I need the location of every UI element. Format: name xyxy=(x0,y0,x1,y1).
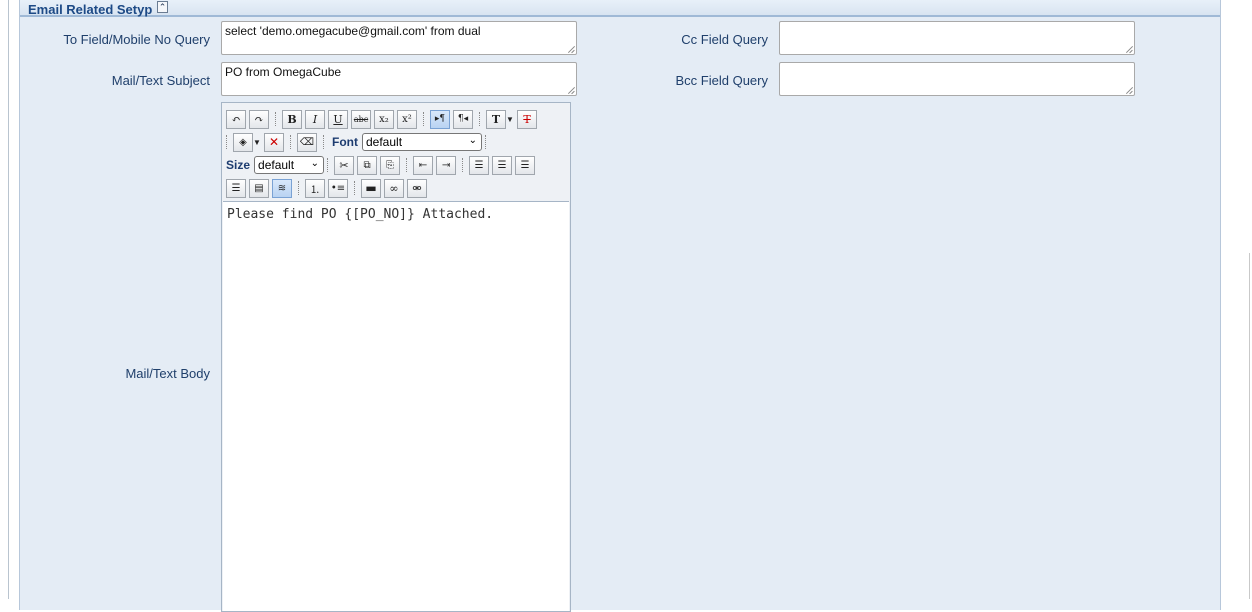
link-icon[interactable]: ∞ xyxy=(384,178,404,198)
size-label: Size xyxy=(226,158,251,172)
indent-icon[interactable]: ⇥ xyxy=(436,155,457,175)
font-select[interactable]: default ⌄ xyxy=(362,133,482,151)
text-color-icon[interactable]: T xyxy=(486,109,506,129)
to-field-label: To Field/Mobile No Query xyxy=(63,32,210,47)
source-icon[interactable]: ≋ xyxy=(272,178,292,198)
toolbar-separator xyxy=(327,158,329,172)
remove-format-icon[interactable]: T xyxy=(517,109,537,129)
font-label: Font xyxy=(332,135,358,149)
rtl-icon[interactable]: ¶◂ xyxy=(453,109,473,129)
mail-subject-value: PO from OmegaCube xyxy=(225,65,342,79)
remove-highlight-icon[interactable]: ✕ xyxy=(264,132,284,152)
align-right-icon[interactable]: ☰ xyxy=(515,155,536,175)
toolbar-separator xyxy=(323,135,325,149)
chevron-down-icon: ⌄ xyxy=(310,158,320,169)
paste-icon[interactable]: ⎘ xyxy=(380,155,401,175)
mail-subject-input[interactable]: PO from OmegaCube xyxy=(221,62,577,96)
toolbar-separator xyxy=(479,112,481,126)
toolbar-row-2: ◈ ▼ ✕ ⌫ Font default ⌄ xyxy=(226,132,492,152)
bold-icon[interactable]: B xyxy=(282,109,302,129)
section-title: Email Related Setyp xyxy=(28,2,153,17)
outdent-icon[interactable]: ⇤ xyxy=(413,155,434,175)
ltr-icon[interactable]: ▸¶ xyxy=(430,109,450,129)
highlight-color-icon[interactable]: ◈ xyxy=(233,132,253,152)
toolbar-row-3: Size default ⌄ ✂ ⧉ ⎘ ⇤ ⇥ ☰ ☰ ☰ xyxy=(226,155,538,175)
copy-icon[interactable]: ⧉ xyxy=(357,155,378,175)
align-justify-icon[interactable]: ☰ xyxy=(226,178,246,198)
superscript-icon[interactable]: x² xyxy=(397,109,417,129)
strikethrough-icon[interactable]: abc xyxy=(351,109,371,129)
bcc-field-query-input[interactable] xyxy=(779,62,1135,96)
toolbar-separator xyxy=(485,135,487,149)
toolbar-separator xyxy=(298,181,300,195)
to-field-query-input[interactable]: select 'demo.omegacube@gmail.com' from d… xyxy=(221,21,577,55)
cc-field-query-input[interactable] xyxy=(779,21,1135,55)
size-select[interactable]: default ⌄ xyxy=(254,156,325,174)
align-center-icon[interactable]: ☰ xyxy=(492,155,513,175)
toolbar-row-4: ☰ ▤ ≋ ⒈ •≡ ▬ ∞ ⚮ xyxy=(226,178,430,198)
subscript-icon[interactable]: x₂ xyxy=(374,109,394,129)
resize-handle-icon[interactable] xyxy=(568,46,575,53)
chevron-down-icon: ⌄ xyxy=(468,135,477,146)
horizontal-rule-icon[interactable]: ▬ xyxy=(361,178,381,198)
scrollbar-track[interactable] xyxy=(1249,253,1250,599)
section-header: Email Related Setyp ⌃ xyxy=(20,0,1220,17)
editor-content-area[interactable]: Please find PO {[PO_NO]} Attached. xyxy=(223,201,569,611)
page-left-border xyxy=(8,0,9,599)
toolbar-separator xyxy=(275,112,277,126)
underline-icon[interactable]: U xyxy=(328,109,348,129)
rich-text-editor: ↶ ↷ B I U abc x₂ x² ▸¶ ¶◂ T ▼ T ◈ ▼ ✕ ⌫ … xyxy=(221,102,571,612)
mail-body-text: Please find PO {[PO_NO]} Attached. xyxy=(227,207,494,222)
bcc-field-label: Bcc Field Query xyxy=(675,73,768,88)
chevron-down-icon[interactable]: ▼ xyxy=(253,133,261,152)
font-select-value: default xyxy=(366,135,403,149)
align-left-icon[interactable]: ☰ xyxy=(469,155,490,175)
toolbar-separator xyxy=(290,135,292,149)
italic-icon[interactable]: I xyxy=(305,109,325,129)
cut-icon[interactable]: ✂ xyxy=(334,155,355,175)
to-field-query-value: select 'demo.omegacube@gmail.com' from d… xyxy=(225,24,481,38)
cc-field-label: Cc Field Query xyxy=(681,32,768,47)
ordered-list-icon[interactable]: ⒈ xyxy=(305,178,325,198)
resize-handle-icon[interactable] xyxy=(1126,46,1133,53)
unlink-icon[interactable]: ⚮ xyxy=(407,178,427,198)
toolbar-separator xyxy=(226,135,228,149)
resize-handle-icon[interactable] xyxy=(568,87,575,94)
body-label: Mail/Text Body xyxy=(125,366,210,381)
undo-icon[interactable]: ↶ xyxy=(226,109,246,129)
size-select-value: default xyxy=(258,158,295,172)
redo-icon[interactable]: ↷ xyxy=(249,109,269,129)
toolbar-separator xyxy=(406,158,408,172)
collapse-icon[interactable]: ⌃ xyxy=(157,1,168,13)
toolbar-row-1: ↶ ↷ B I U abc x₂ x² ▸¶ ¶◂ T ▼ T xyxy=(226,109,540,129)
toolbar-separator xyxy=(354,181,356,195)
chevron-down-icon[interactable]: ▼ xyxy=(506,110,514,129)
eraser-icon[interactable]: ⌫ xyxy=(297,132,317,152)
toolbar-separator xyxy=(462,158,464,172)
subject-label: Mail/Text Subject xyxy=(111,73,210,88)
unordered-list-icon[interactable]: •≡ xyxy=(328,178,348,198)
resize-handle-icon[interactable] xyxy=(1126,87,1133,94)
justify-icon[interactable]: ▤ xyxy=(249,178,269,198)
toolbar-separator xyxy=(423,112,425,126)
